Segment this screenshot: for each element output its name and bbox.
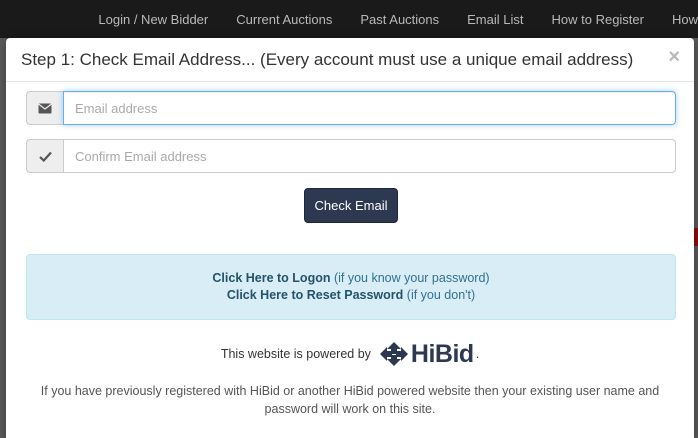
logon-hint: (if you know your password) (333, 271, 490, 285)
powered-by-text: This website is powered by (220, 347, 371, 361)
confirm-email-input[interactable] (63, 139, 676, 173)
existing-account-note: If you have previously registered with H… (40, 384, 660, 416)
reset-line: Click Here to Reset Password (if you don… (227, 287, 475, 304)
modal-title: Step 1: Check Email Address... (Every ac… (21, 49, 634, 69)
modal-header: Step 1: Check Email Address... (Every ac… (6, 38, 694, 82)
nav-login[interactable]: Login / New Bidder (98, 12, 208, 27)
hibid-mark-icon (379, 342, 408, 366)
powered-by: This website is powered by HiBid . (6, 338, 694, 370)
backdrop-accent (694, 228, 698, 246)
close-button[interactable]: × (668, 47, 680, 67)
reset-password-link[interactable]: Click Here to Reset Password (227, 288, 403, 302)
logon-line: Click Here to Logon (if you know your pa… (212, 270, 489, 287)
checkmark-icon (26, 139, 63, 173)
reset-hint: (if you don't) (406, 288, 476, 302)
logon-link[interactable]: Click Here to Logon (212, 271, 330, 285)
powered-by-suffix: . (475, 347, 480, 361)
check-email-button[interactable]: Check Email (304, 188, 398, 223)
nav-how-cut[interactable]: How (672, 12, 698, 27)
account-help-alert: Click Here to Logon (if you know your pa… (26, 254, 676, 320)
hibid-logo[interactable]: HiBid (379, 340, 474, 369)
nav-email-list[interactable]: Email List (467, 12, 523, 27)
confirm-email-input-group (26, 139, 676, 173)
email-input[interactable] (63, 91, 676, 125)
email-input-group (26, 91, 676, 125)
check-email-modal: Step 1: Check Email Address... (Every ac… (6, 38, 694, 438)
envelope-icon (26, 91, 63, 125)
top-navigation: Login / New Bidder Current Auctions Past… (0, 0, 698, 38)
nav-current-auctions[interactable]: Current Auctions (236, 12, 332, 27)
nav-past-auctions[interactable]: Past Auctions (360, 12, 439, 27)
hibid-logo-text: HiBid (410, 339, 474, 368)
nav-how-to-register[interactable]: How to Register (552, 12, 644, 27)
